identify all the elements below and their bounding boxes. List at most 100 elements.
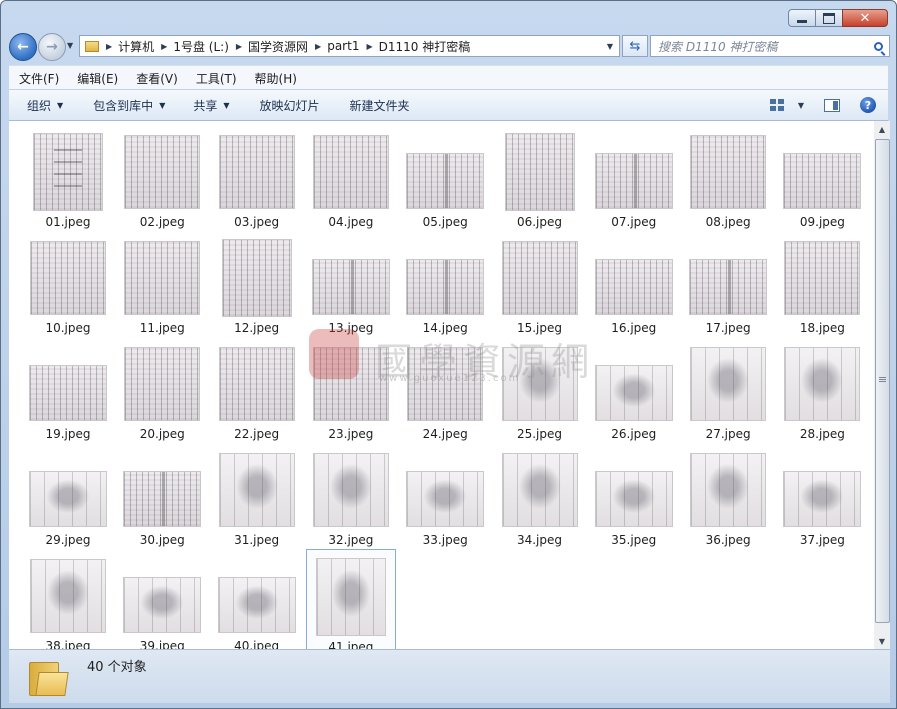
menu-help[interactable]: 帮助(H) — [245, 70, 305, 87]
file-item[interactable]: 10.jpeg — [23, 231, 113, 335]
maximize-button[interactable] — [815, 9, 843, 27]
image-thumbnail — [30, 559, 106, 633]
image-thumbnail — [29, 471, 107, 527]
image-thumbnail — [594, 365, 673, 421]
file-name-label: 37.jpeg — [799, 533, 845, 547]
navigation-bar: ← → ▼ ▶ 计算机 ▶ 1号盘 (L:) ▶ 国学资源网 ▶ part1 ▶… — [9, 33, 890, 61]
file-item[interactable]: 23.jpeg — [306, 337, 396, 441]
file-item[interactable]: 38.jpeg — [23, 549, 113, 649]
change-view-icon[interactable] — [769, 99, 784, 111]
vertical-scrollbar[interactable]: ▲ ▼ — [874, 121, 890, 649]
crumb-separator-icon[interactable]: ▶ — [315, 42, 321, 51]
file-item[interactable]: 11.jpeg — [117, 231, 207, 335]
scroll-down-icon[interactable]: ▼ — [874, 633, 890, 649]
file-item[interactable]: 01.jpeg — [23, 125, 113, 229]
file-item[interactable]: 07.jpeg — [589, 125, 679, 229]
breadcrumb-drive[interactable]: 1号盘 (L:) — [173, 38, 229, 55]
file-item[interactable]: 15.jpeg — [495, 231, 585, 335]
minimize-icon — [797, 19, 807, 23]
image-thumbnail — [311, 259, 390, 315]
preview-pane-icon[interactable] — [824, 98, 840, 112]
file-item[interactable]: 03.jpeg — [212, 125, 302, 229]
file-item[interactable]: 08.jpeg — [683, 125, 773, 229]
crumb-separator-icon[interactable]: ▶ — [236, 42, 242, 51]
file-item[interactable]: 05.jpeg — [400, 125, 490, 229]
image-thumbnail — [123, 471, 202, 527]
close-button[interactable]: ✕ — [842, 9, 888, 27]
file-item[interactable]: 12.jpeg — [212, 231, 302, 335]
file-item[interactable]: 20.jpeg — [117, 337, 207, 441]
file-item[interactable]: 02.jpeg — [117, 125, 207, 229]
file-item[interactable]: 14.jpeg — [400, 231, 490, 335]
file-item[interactable]: 41.jpeg — [305, 549, 396, 649]
include-in-library-button[interactable]: 包含到库中 ▼ — [93, 97, 165, 114]
file-name-label: 12.jpeg — [234, 321, 280, 335]
file-item[interactable]: 32.jpeg — [306, 443, 396, 547]
file-item[interactable]: 37.jpeg — [777, 443, 867, 547]
file-name-label: 36.jpeg — [705, 533, 751, 547]
breadcrumb-part1[interactable]: part1 — [327, 39, 359, 53]
file-item[interactable]: 34.jpeg — [495, 443, 585, 547]
file-item[interactable]: 39.jpeg — [117, 549, 207, 649]
file-item[interactable]: 16.jpeg — [589, 231, 679, 335]
file-item[interactable]: 06.jpeg — [495, 125, 585, 229]
scrollbar-thumb[interactable] — [875, 139, 890, 623]
back-button[interactable]: ← — [9, 33, 37, 61]
help-icon[interactable]: ? — [860, 97, 876, 113]
organize-button[interactable]: 组织 ▼ — [27, 97, 63, 114]
scroll-up-icon[interactable]: ▲ — [874, 121, 890, 137]
file-item[interactable]: 04.jpeg — [306, 125, 396, 229]
history-dropdown-icon[interactable]: ▼ — [67, 41, 73, 50]
maximize-icon — [823, 12, 835, 24]
file-item[interactable]: 19.jpeg — [23, 337, 113, 441]
menu-view[interactable]: 查看(V) — [126, 70, 186, 87]
file-item[interactable]: 40.jpeg — [212, 549, 302, 649]
file-name-label: 04.jpeg — [328, 215, 374, 229]
search-icon[interactable] — [874, 41, 883, 51]
file-item[interactable]: 09.jpeg — [777, 125, 867, 229]
image-thumbnail — [594, 153, 673, 209]
minimize-button[interactable] — [788, 9, 816, 27]
view-options-dropdown-icon[interactable]: ▼ — [798, 101, 804, 110]
menu-file[interactable]: 文件(F) — [9, 70, 67, 87]
file-item[interactable]: 35.jpeg — [589, 443, 679, 547]
file-item[interactable]: 13.jpeg — [306, 231, 396, 335]
image-thumbnail — [594, 259, 673, 315]
search-box[interactable]: 搜索 D1110 神打密稿 — [650, 35, 890, 57]
file-item[interactable]: 18.jpeg — [777, 231, 867, 335]
breadcrumb-guoxue[interactable]: 国学资源网 — [248, 38, 308, 55]
share-button[interactable]: 共享 ▼ — [193, 97, 229, 114]
forward-button[interactable]: → — [38, 33, 66, 61]
menu-bar: 文件(F) 编辑(E) 查看(V) 工具(T) 帮助(H) — [9, 65, 888, 90]
file-item[interactable]: 17.jpeg — [683, 231, 773, 335]
file-item[interactable]: 22.jpeg — [212, 337, 302, 441]
file-item[interactable]: 26.jpeg — [589, 337, 679, 441]
file-item[interactable]: 30.jpeg — [117, 443, 207, 547]
menu-edit[interactable]: 编辑(E) — [67, 70, 126, 87]
file-item[interactable]: 33.jpeg — [400, 443, 490, 547]
back-arrow-icon: ← — [17, 39, 29, 55]
menu-tools[interactable]: 工具(T) — [186, 70, 245, 87]
file-item[interactable]: 31.jpeg — [212, 443, 302, 547]
image-thumbnail — [315, 558, 386, 636]
file-item[interactable]: 36.jpeg — [683, 443, 773, 547]
breadcrumb-computer[interactable]: 计算机 — [118, 38, 154, 55]
file-name-label: 03.jpeg — [234, 215, 280, 229]
slideshow-button[interactable]: 放映幻灯片 — [260, 97, 320, 114]
new-folder-button[interactable]: 新建文件夹 — [350, 97, 410, 114]
refresh-button[interactable]: ⇆ — [622, 35, 648, 57]
file-item[interactable]: 25.jpeg — [495, 337, 585, 441]
file-item[interactable]: 27.jpeg — [683, 337, 773, 441]
file-name-label: 25.jpeg — [516, 427, 563, 441]
file-item[interactable]: 24.jpeg — [400, 337, 490, 441]
crumb-separator-icon[interactable]: ▶ — [161, 42, 167, 51]
file-item[interactable]: 29.jpeg — [23, 443, 113, 547]
crumb-separator-icon[interactable]: ▶ — [106, 42, 112, 51]
details-pane: 40 个对象 — [9, 649, 890, 703]
address-bar[interactable]: ▶ 计算机 ▶ 1号盘 (L:) ▶ 国学资源网 ▶ part1 ▶ D1110… — [79, 35, 620, 57]
file-item[interactable]: 28.jpeg — [777, 337, 867, 441]
address-dropdown-icon[interactable]: ▼ — [607, 42, 613, 51]
crumb-separator-icon[interactable]: ▶ — [366, 42, 372, 51]
image-thumbnail — [218, 135, 295, 209]
breadcrumb-current-folder[interactable]: D1110 神打密稿 — [379, 38, 471, 55]
